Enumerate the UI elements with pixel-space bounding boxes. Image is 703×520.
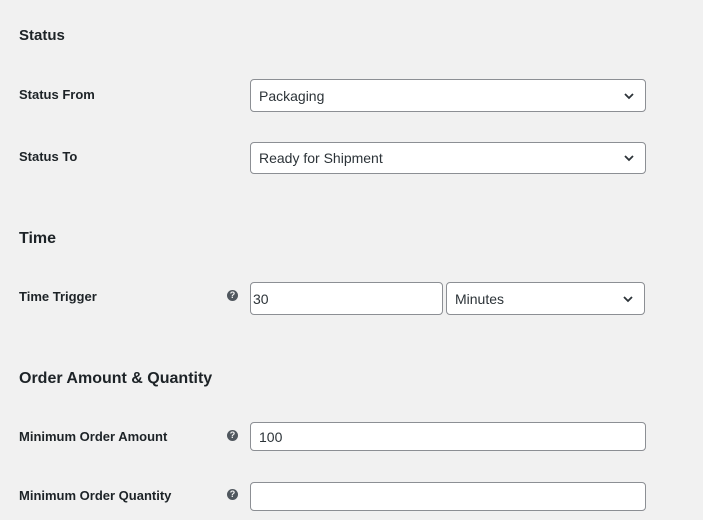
chevron-down-icon: [622, 151, 636, 165]
time-trigger-label: Time Trigger: [19, 289, 97, 304]
question-circle-icon[interactable]: ?: [227, 430, 238, 441]
status-to-label: Status To: [19, 149, 78, 164]
min-quantity-label: Minimum Order Quantity: [19, 488, 172, 503]
time-trigger-value: 30: [253, 290, 269, 307]
status-to-select[interactable]: Ready for Shipment: [250, 142, 646, 174]
chevron-down-icon: [622, 89, 636, 103]
time-unit-value: Minutes: [455, 290, 505, 307]
time-trigger-input[interactable]: 30: [250, 282, 443, 315]
status-to-value: Ready for Shipment: [259, 150, 383, 166]
min-amount-label: Minimum Order Amount: [19, 429, 168, 444]
status-from-select[interactable]: Packaging: [250, 79, 646, 112]
min-quantity-input[interactable]: [250, 482, 646, 511]
section-title-time: Time: [19, 230, 57, 247]
status-from-value: Packaging: [259, 87, 325, 104]
question-circle-icon[interactable]: ?: [227, 489, 238, 500]
chevron-down-icon: [621, 292, 635, 306]
question-circle-icon[interactable]: ?: [227, 290, 238, 301]
min-amount-input[interactable]: 100: [250, 422, 646, 451]
min-amount-value: 100: [259, 428, 283, 445]
time-unit-select[interactable]: Minutes: [446, 282, 645, 315]
section-title-status: Status: [19, 27, 65, 44]
status-from-label: Status From: [19, 87, 95, 102]
settings-panel: Status Status From Packaging Status To R…: [0, 0, 703, 520]
section-title-order: Order Amount & Quantity: [19, 370, 213, 387]
